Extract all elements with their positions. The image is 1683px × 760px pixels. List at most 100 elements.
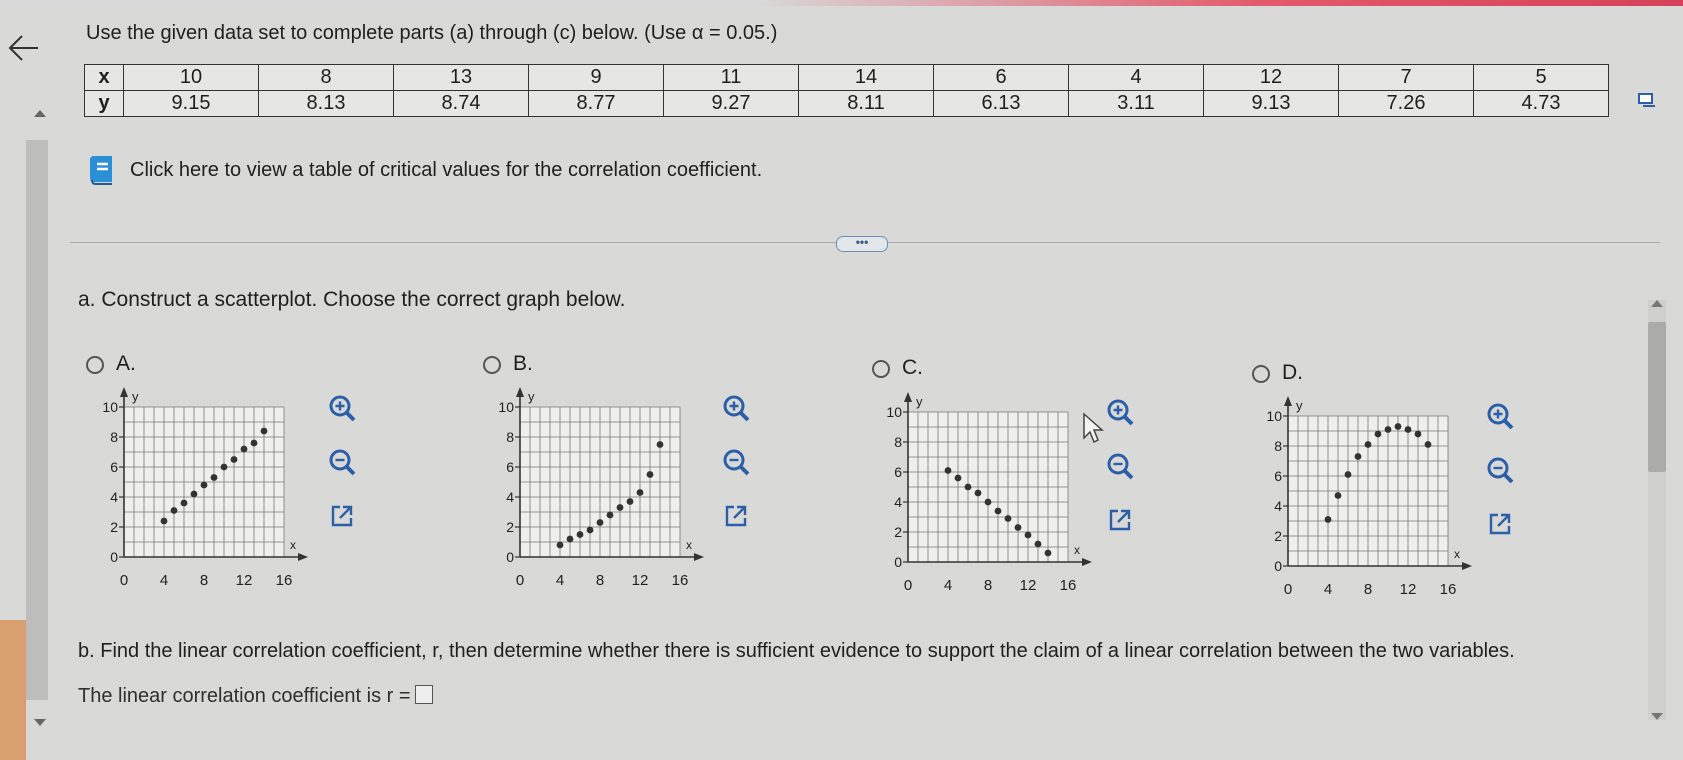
table-cell: 10 xyxy=(123,64,259,91)
scatterplot-b: x y 0 4 8 12 16 0 2 4 6 8 10 xyxy=(498,387,704,589)
y-tick-label: 8 xyxy=(506,429,514,445)
critical-values-link-text[interactable]: Click here to view a table of critical v… xyxy=(130,159,762,182)
data-point xyxy=(636,489,644,496)
open-external-icon[interactable] xyxy=(720,500,752,532)
answer-prompt: The linear correlation coefficient is r … xyxy=(78,685,411,707)
back-arrow-icon[interactable] xyxy=(4,28,44,68)
y-tick-label: 6 xyxy=(1274,468,1282,484)
table-cell: 8.77 xyxy=(528,90,664,117)
x-axis-arrow xyxy=(1462,562,1472,570)
option-label: C. xyxy=(902,356,923,379)
table-row-x: x 10 8 13 9 11 14 6 4 12 7 5 xyxy=(84,64,1609,91)
table-cell: 8.11 xyxy=(798,90,934,117)
scroll-up-icon[interactable] xyxy=(1651,300,1663,307)
scroll-up-icon[interactable] xyxy=(34,110,46,117)
scroll-down-icon[interactable] xyxy=(34,719,46,726)
question-instruction: Use the given data set to complete parts… xyxy=(86,22,778,44)
zoom-in-icon[interactable] xyxy=(326,392,358,424)
radio-button[interactable] xyxy=(1252,365,1270,383)
critical-values-link[interactable]: Click here to view a table of critical v… xyxy=(88,154,762,186)
y-tick-label: 0 xyxy=(110,549,118,565)
table-cell: 14 xyxy=(798,64,934,91)
radio-button[interactable] xyxy=(86,356,104,374)
part-b-answer-row: The linear correlation coefficient is r … xyxy=(78,685,433,708)
table-cell: 6.13 xyxy=(933,90,1069,117)
y-tick-label: 4 xyxy=(506,489,514,505)
data-point xyxy=(576,531,584,538)
y-tick-label: 2 xyxy=(1274,528,1282,544)
x-tick-label: 0 xyxy=(1284,581,1292,598)
part-a-question: a. Construct a scatterplot. Choose the c… xyxy=(78,288,626,311)
data-point xyxy=(1354,453,1362,460)
x-tick-label: 16 xyxy=(672,572,689,589)
x-tick-label: 12 xyxy=(1020,577,1037,594)
data-point xyxy=(190,490,198,498)
data-point xyxy=(1394,423,1402,430)
r-answer-input[interactable] xyxy=(414,685,433,704)
table-cell: 5 xyxy=(1473,64,1609,91)
left-edge-panel xyxy=(0,620,26,760)
part-b-question: b. Find the linear correlation coefficie… xyxy=(78,640,1515,662)
zoom-in-icon[interactable] xyxy=(1484,400,1516,432)
x-axis-label: x xyxy=(290,538,296,552)
scroll-down-icon[interactable] xyxy=(1651,713,1663,720)
data-point xyxy=(566,535,574,543)
zoom-in-icon[interactable] xyxy=(720,392,752,424)
open-external-icon[interactable] xyxy=(1484,508,1516,540)
x-axis-label: x xyxy=(1454,547,1460,561)
data-point xyxy=(1414,430,1422,438)
y-axis-label: y xyxy=(132,389,139,404)
data-point xyxy=(1374,430,1382,438)
x-tick-label: 16 xyxy=(276,572,293,589)
x-tick-label: 12 xyxy=(236,572,253,589)
row-header-y: y xyxy=(84,90,124,117)
table-cell: 9.15 xyxy=(123,90,259,117)
copy-data-icon[interactable] xyxy=(1637,92,1657,110)
table-cell: 4.73 xyxy=(1473,90,1609,117)
y-tick-label: 8 xyxy=(1274,438,1282,454)
data-point xyxy=(210,474,218,481)
zoom-in-icon[interactable] xyxy=(1104,396,1136,428)
y-tick-label: 10 xyxy=(886,404,902,420)
table-cell: 13 xyxy=(393,64,529,91)
right-scrollbar[interactable] xyxy=(1648,300,1666,720)
data-point xyxy=(240,445,248,453)
data-point xyxy=(616,504,624,511)
x-axis-arrow xyxy=(298,553,308,561)
y-tick-label: 10 xyxy=(498,399,514,415)
data-point xyxy=(1014,524,1022,531)
open-external-icon[interactable] xyxy=(326,500,358,532)
zoom-out-icon[interactable] xyxy=(1104,450,1136,482)
x-tick-label: 4 xyxy=(160,572,168,589)
x-tick-label: 8 xyxy=(596,572,604,589)
data-point xyxy=(1344,471,1352,478)
table-cell: 4 xyxy=(1068,64,1204,91)
y-tick-label: 6 xyxy=(506,459,514,475)
y-axis-label: y xyxy=(528,389,535,404)
data-point xyxy=(974,489,982,497)
x-tick-label: 16 xyxy=(1060,577,1077,594)
x-tick-label: 4 xyxy=(1324,581,1332,598)
radio-button[interactable] xyxy=(483,356,501,374)
zoom-out-icon[interactable] xyxy=(326,446,358,478)
zoom-out-icon[interactable] xyxy=(720,446,752,478)
x-tick-label: 8 xyxy=(1364,581,1372,598)
x-tick-label: 16 xyxy=(1440,581,1457,598)
table-cell: 8 xyxy=(258,64,394,91)
y-tick-label: 2 xyxy=(506,519,514,535)
x-tick-label: 0 xyxy=(516,572,524,589)
y-tick-label: 2 xyxy=(110,519,118,535)
scatterplot-a: x y 0 4 8 12 16 0 2 4 6 8 10 xyxy=(102,387,308,589)
y-axis-arrow xyxy=(516,387,524,397)
open-external-icon[interactable] xyxy=(1104,504,1136,536)
y-axis-label: y xyxy=(1296,398,1303,413)
table-cell: 6 xyxy=(933,64,1069,91)
radio-button[interactable] xyxy=(872,360,890,378)
left-scrollbar[interactable] xyxy=(26,110,48,726)
x-tick-label: 8 xyxy=(984,577,992,594)
expand-button[interactable]: ••• xyxy=(836,236,888,252)
data-point xyxy=(596,519,604,526)
scrollbar-thumb[interactable] xyxy=(1648,322,1666,472)
data-point xyxy=(1334,492,1342,499)
zoom-out-icon[interactable] xyxy=(1484,454,1516,486)
